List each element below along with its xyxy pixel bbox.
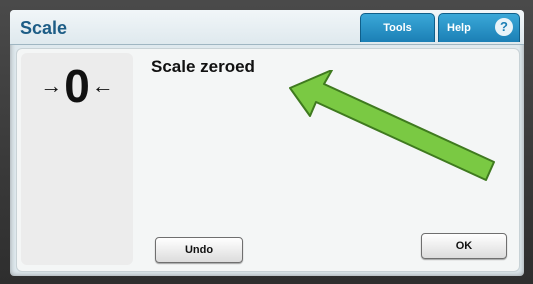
title-bar: Scale Tools Help ? xyxy=(10,10,524,45)
scale-readout: → 0 ← xyxy=(21,61,133,111)
question-circle-icon[interactable]: ? xyxy=(495,18,513,36)
undo-button[interactable]: Undo xyxy=(155,237,243,263)
touchscreen: Scale Tools Help ? → 0 ← Scale zeroed Un… xyxy=(10,10,524,276)
tab-help[interactable]: Help ? xyxy=(438,13,520,42)
tab-help-label: Help xyxy=(447,22,471,34)
green-arrow-icon xyxy=(289,70,495,181)
arrow-left-icon: ← xyxy=(91,73,114,98)
window-title: Scale xyxy=(20,18,68,38)
scale-readout-panel: → 0 ← xyxy=(21,53,133,265)
tab-tools[interactable]: Tools xyxy=(360,13,435,42)
arrow-right-icon: → xyxy=(40,73,63,98)
ok-button[interactable]: OK xyxy=(421,233,507,259)
scale-value: 0 xyxy=(64,60,90,112)
status-message: Scale zeroed xyxy=(151,57,255,76)
